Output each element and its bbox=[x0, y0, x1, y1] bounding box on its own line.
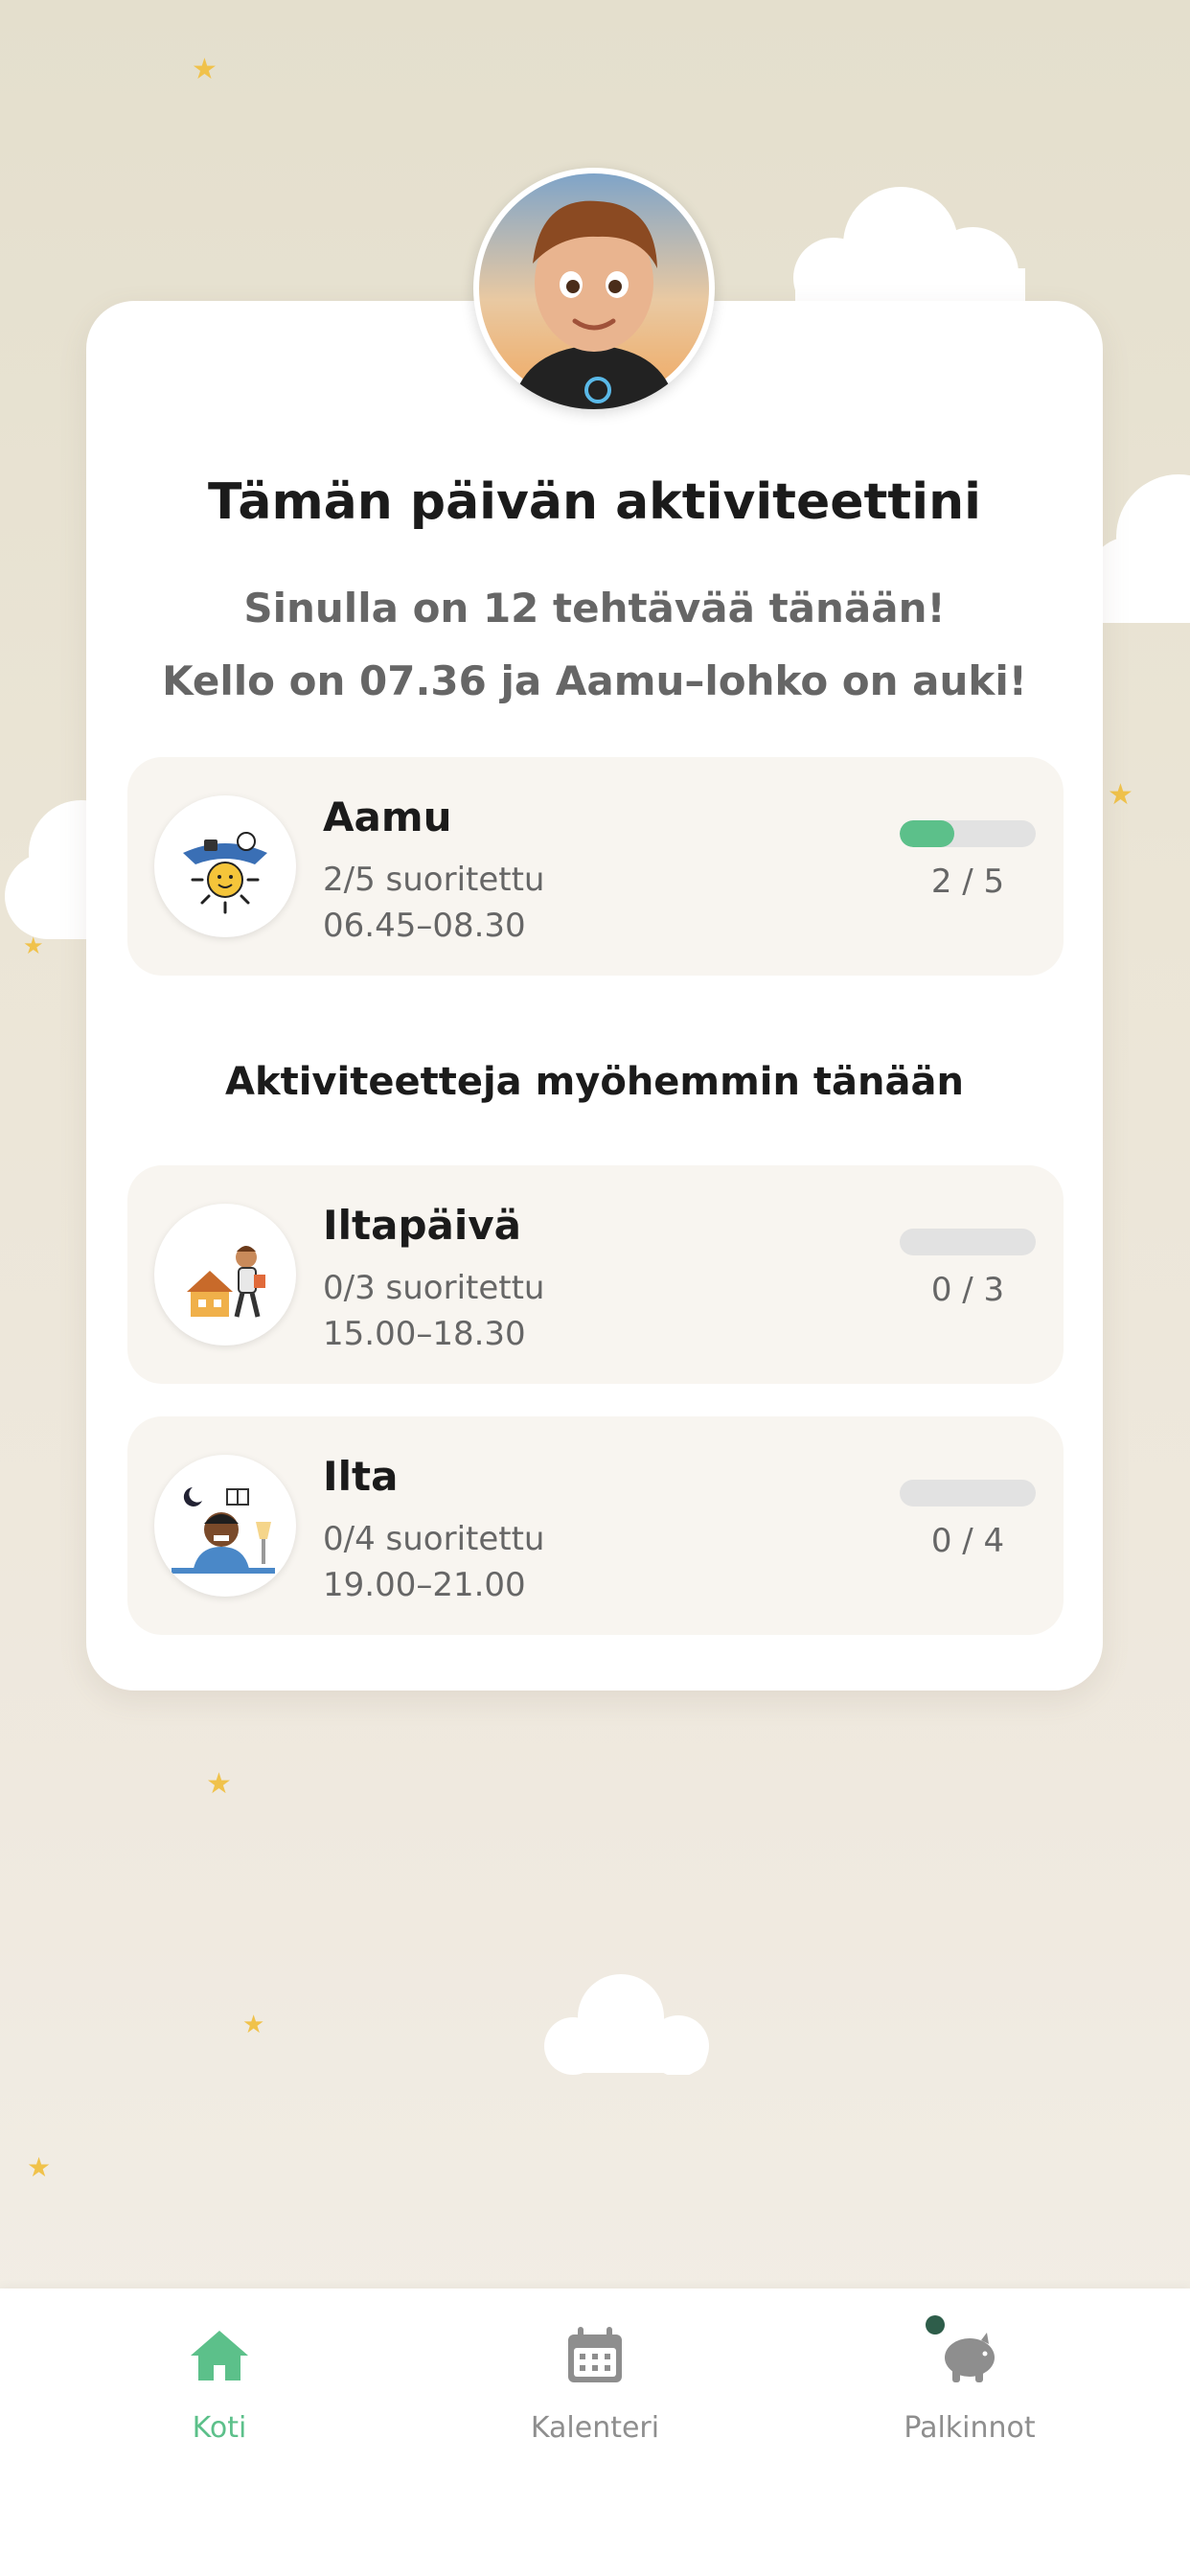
block-completed: 0/4 suoritettu bbox=[323, 1520, 545, 1558]
nav-label: Kalenteri bbox=[530, 2411, 660, 2445]
cloud-decoration bbox=[793, 187, 1025, 311]
progress-bar bbox=[900, 1480, 1036, 1506]
star-decoration: ★ bbox=[1108, 778, 1133, 812]
evening-kid-icon bbox=[154, 1455, 296, 1597]
block-time-range: 19.00–21.00 bbox=[323, 1566, 526, 1604]
block-completed: 2/5 suoritettu bbox=[323, 861, 545, 899]
progress-count: 0 / 3 bbox=[930, 1271, 1005, 1309]
notification-dot bbox=[926, 2315, 945, 2334]
calendar-icon bbox=[568, 2327, 622, 2382]
afternoon-kid-icon bbox=[154, 1204, 296, 1346]
progress-bar bbox=[900, 1229, 1036, 1255]
tasks-summary: Sinulla on 12 tehtävää tänään! bbox=[243, 585, 946, 632]
progress-fill bbox=[900, 820, 954, 847]
star-decoration: ★ bbox=[206, 1767, 232, 1801]
progress-bar bbox=[900, 820, 1036, 847]
star-decoration: ★ bbox=[27, 2151, 52, 2183]
star-decoration: ★ bbox=[192, 53, 217, 86]
later-activities-heading: Aktiviteetteja myöhemmin tänään bbox=[225, 1060, 964, 1104]
block-name: Iltapäivä bbox=[323, 1202, 521, 1249]
activity-block-evening[interactable]: Ilta 0/4 suoritettu 19.00–21.00 0 / 4 bbox=[127, 1416, 1064, 1635]
cloud-decoration bbox=[544, 1974, 709, 2075]
block-completed: 0/3 suoritettu bbox=[323, 1269, 545, 1307]
page-title: Tämän päivän aktiviteettini bbox=[208, 473, 981, 531]
piggy-bank-icon bbox=[945, 2333, 995, 2382]
star-decoration: ★ bbox=[23, 932, 44, 959]
progress-count: 0 / 4 bbox=[930, 1522, 1005, 1560]
nav-item-rewards[interactable]: Palkinnot bbox=[826, 2288, 1113, 2480]
activity-block-morning[interactable]: Aamu 2/5 suoritettu 06.45–08.30 2 / 5 bbox=[127, 757, 1064, 976]
block-name: Aamu bbox=[323, 794, 452, 840]
morning-sun-icon bbox=[154, 795, 296, 937]
block-time-range: 15.00–18.30 bbox=[323, 1315, 526, 1353]
child-avatar[interactable] bbox=[473, 168, 715, 409]
nav-item-home[interactable]: Koti bbox=[76, 2288, 363, 2480]
home-icon bbox=[191, 2331, 248, 2380]
bottom-navigation: Koti Kalenteri Palkinnot bbox=[0, 2288, 1190, 2576]
current-time-info: Kello on 07.36 ja Aamu–lohko on auki! bbox=[162, 657, 1027, 704]
star-decoration: ★ bbox=[242, 2011, 265, 2039]
block-name: Ilta bbox=[323, 1453, 399, 1500]
cloud-decoration bbox=[5, 800, 91, 939]
nav-label: Koti bbox=[192, 2411, 247, 2445]
block-time-range: 06.45–08.30 bbox=[323, 907, 526, 945]
cloud-decoration bbox=[1102, 474, 1190, 623]
avatar-illustration bbox=[479, 173, 709, 409]
nav-item-calendar[interactable]: Kalenteri bbox=[451, 2288, 739, 2480]
activity-block-afternoon[interactable]: Iltapäivä 0/3 suoritettu 15.00–18.30 0 /… bbox=[127, 1165, 1064, 1384]
progress-count: 2 / 5 bbox=[930, 862, 1005, 901]
nav-label: Palkinnot bbox=[904, 2411, 1036, 2445]
